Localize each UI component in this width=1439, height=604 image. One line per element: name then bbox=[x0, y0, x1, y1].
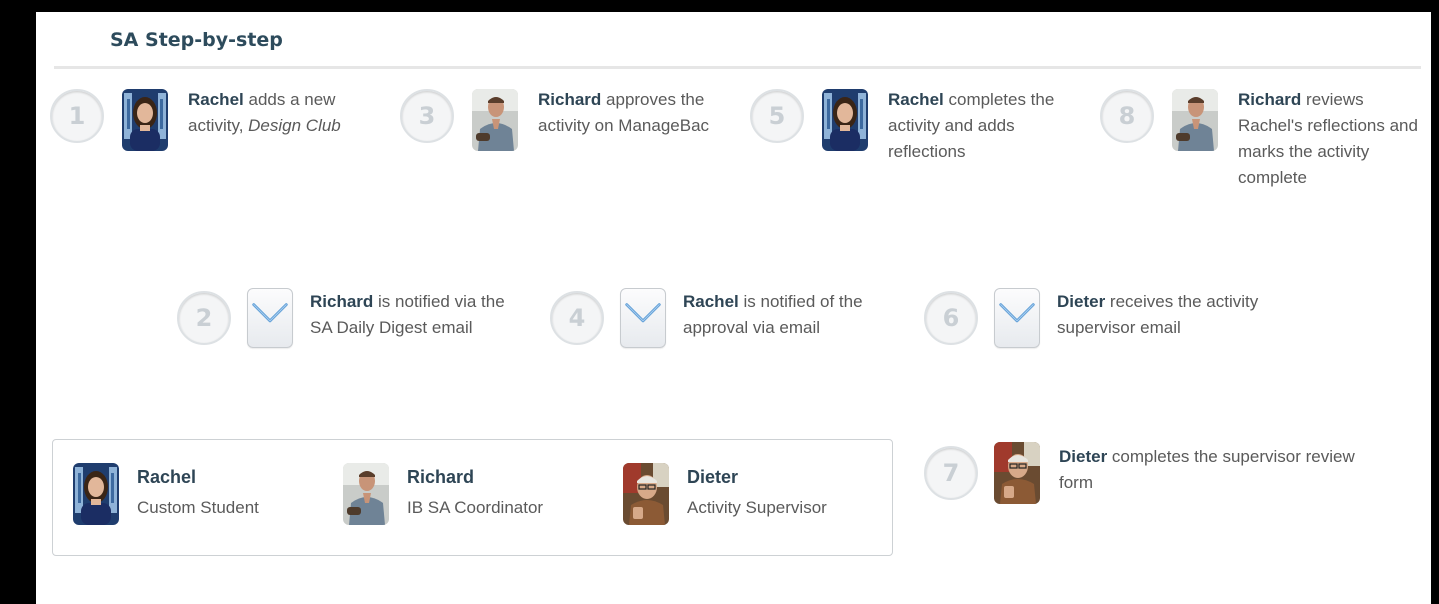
person-name: Dieter bbox=[687, 467, 739, 487]
envelope-icon bbox=[247, 288, 293, 348]
person-name: Richard bbox=[407, 467, 475, 487]
rachel-avatar bbox=[122, 89, 168, 151]
step-description: Rachel completes the activity and adds r… bbox=[888, 87, 1068, 165]
dieter-avatar bbox=[994, 442, 1040, 504]
step-actor: Richard bbox=[1238, 90, 1302, 109]
step-actor: Rachel bbox=[683, 292, 739, 311]
richard-avatar bbox=[1172, 89, 1218, 151]
person-role: Custom Student bbox=[137, 498, 259, 517]
step-description: Richard approves the activity on ManageB… bbox=[538, 87, 718, 139]
step-number-badge: 7 bbox=[924, 446, 978, 500]
richard-avatar bbox=[343, 463, 389, 525]
step-actor: Dieter bbox=[1057, 292, 1106, 311]
step-6: 6 Dieter receives the activity superviso… bbox=[924, 288, 1294, 371]
step-actor: Rachel bbox=[888, 90, 944, 109]
step-2: 2 Richard is notified via the SA Daily D… bbox=[177, 288, 510, 391]
step-number-badge: 6 bbox=[924, 291, 978, 345]
step-4: 4 Rachel is notified of the approval via… bbox=[550, 288, 910, 371]
step-number-badge: 4 bbox=[550, 291, 604, 345]
step-5: 5 Rachel completes the activity and adds… bbox=[750, 89, 1080, 199]
screenshot-frame: SA Step-by-step 1 Rachel adds a new acti… bbox=[0, 0, 1439, 604]
step-by-step-panel: SA Step-by-step 1 Rachel adds a new acti… bbox=[36, 12, 1431, 604]
step-actor: Richard bbox=[538, 90, 602, 109]
step-actor: Rachel bbox=[188, 90, 244, 109]
step-number-badge: 8 bbox=[1100, 89, 1154, 143]
people-legend: Rachel Custom Student Richard IB SA Coor… bbox=[52, 439, 893, 556]
step-description: Dieter completes the supervisor review f… bbox=[1059, 444, 1359, 496]
page-title: SA Step-by-step bbox=[110, 29, 283, 51]
activity-name: Design Club bbox=[248, 116, 341, 135]
step-number-badge: 3 bbox=[400, 89, 454, 143]
step-description: Rachel is notified of the approval via e… bbox=[683, 289, 908, 341]
step-number-badge: 5 bbox=[750, 89, 804, 143]
person-role: IB SA Coordinator bbox=[407, 498, 544, 517]
step-description: Dieter receives the activity supervisor … bbox=[1057, 289, 1292, 341]
envelope-icon bbox=[994, 288, 1040, 348]
step-number-badge: 1 bbox=[50, 89, 104, 143]
dieter-avatar bbox=[623, 463, 669, 525]
step-actor: Dieter bbox=[1059, 447, 1108, 466]
richard-avatar bbox=[472, 89, 518, 151]
step-number-badge: 2 bbox=[177, 291, 231, 345]
person-role: Activity Supervisor bbox=[687, 498, 827, 517]
step-actor: Richard bbox=[310, 292, 374, 311]
step-description: Rachel adds a new activity, Design Club bbox=[188, 87, 378, 139]
step-description: Richard reviews Rachel's reflections and… bbox=[1238, 87, 1422, 191]
step-3: 3 Richard approves the activity on Manag… bbox=[400, 89, 730, 199]
step-8: 8 Richard reviews Rachel's reflections a… bbox=[1100, 89, 1430, 229]
rachel-avatar bbox=[822, 89, 868, 151]
rachel-avatar bbox=[73, 463, 119, 525]
envelope-icon bbox=[620, 288, 666, 348]
title-divider bbox=[54, 66, 1421, 69]
person-name: Rachel bbox=[137, 467, 197, 487]
step-1: 1 Rachel adds a new activity, Design Clu… bbox=[50, 89, 380, 169]
step-7: 7 Dieter completes the supervisor review… bbox=[924, 446, 1355, 526]
step-description: Richard is notified via the SA Daily Dig… bbox=[310, 289, 510, 341]
